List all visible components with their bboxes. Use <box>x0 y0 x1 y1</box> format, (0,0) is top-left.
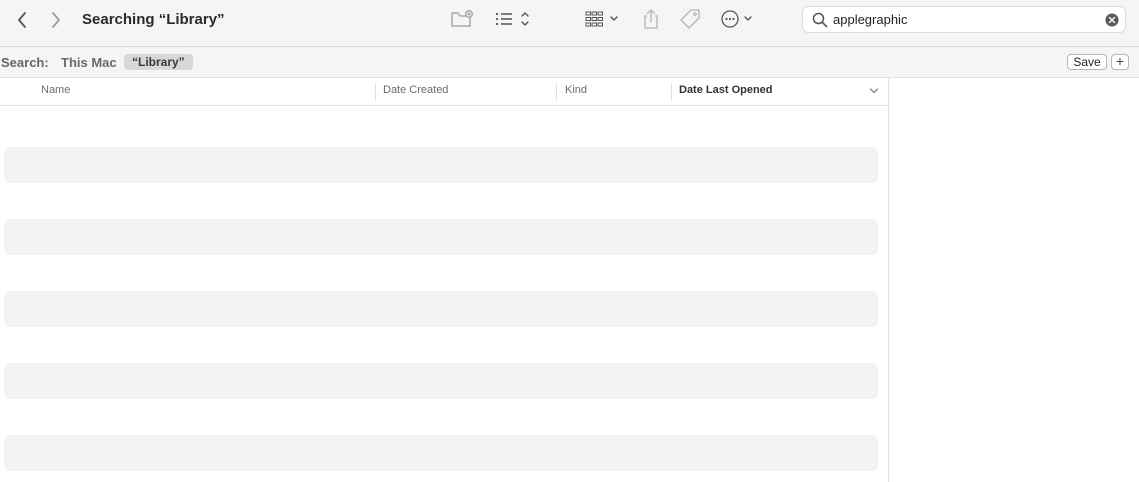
column-separator[interactable] <box>671 83 672 100</box>
sort-descending-icon <box>869 88 879 94</box>
column-separator[interactable] <box>556 83 557 100</box>
window-title: Searching “Library” <box>82 11 225 28</box>
scope-this-mac-button[interactable]: This Mac <box>61 55 117 70</box>
column-separator[interactable] <box>375 83 376 100</box>
tag-button[interactable] <box>678 7 702 31</box>
list-row <box>4 435 878 471</box>
chevron-left-icon <box>18 12 26 28</box>
list-view-icon <box>495 12 529 26</box>
column-name[interactable]: Name <box>41 84 70 96</box>
column-header: Name Date Created Kind Date Last Opened <box>0 78 888 106</box>
group-grid-icon <box>585 11 618 27</box>
more-actions-button[interactable] <box>719 8 757 30</box>
results-list[interactable] <box>0 106 888 482</box>
forward-button[interactable] <box>46 9 66 31</box>
back-button[interactable] <box>12 9 32 31</box>
search-input[interactable] <box>833 10 1093 29</box>
new-folder-button[interactable] <box>449 8 475 30</box>
column-date-created[interactable]: Date Created <box>383 84 448 96</box>
list-row <box>4 291 878 327</box>
column-date-last-opened[interactable]: Date Last Opened <box>679 84 773 96</box>
toolbar: Searching “Library” <box>0 0 1139 47</box>
new-folder-icon <box>451 10 473 27</box>
list-row <box>4 147 878 183</box>
search-scope-bar: Search: This Mac “Library” Save + <box>0 47 1139 78</box>
search-icon <box>812 12 828 28</box>
column-kind[interactable]: Kind <box>565 84 587 96</box>
scope-label: Search: <box>1 55 49 70</box>
clear-search-icon[interactable] <box>1105 13 1119 27</box>
save-search-button[interactable]: Save <box>1067 54 1107 70</box>
group-by-button[interactable] <box>584 8 624 30</box>
chevron-right-icon <box>52 12 60 28</box>
scope-library-button[interactable]: “Library” <box>124 54 193 70</box>
search-field[interactable] <box>802 6 1126 33</box>
view-options-button[interactable] <box>493 8 533 30</box>
share-button[interactable] <box>640 7 662 31</box>
add-criteria-button[interactable]: + <box>1111 54 1129 70</box>
list-row <box>4 219 878 255</box>
ellipsis-circle-icon <box>721 10 752 28</box>
list-row <box>4 363 878 399</box>
tag-icon <box>680 9 700 29</box>
preview-pane <box>889 78 1139 482</box>
share-icon <box>644 9 658 29</box>
